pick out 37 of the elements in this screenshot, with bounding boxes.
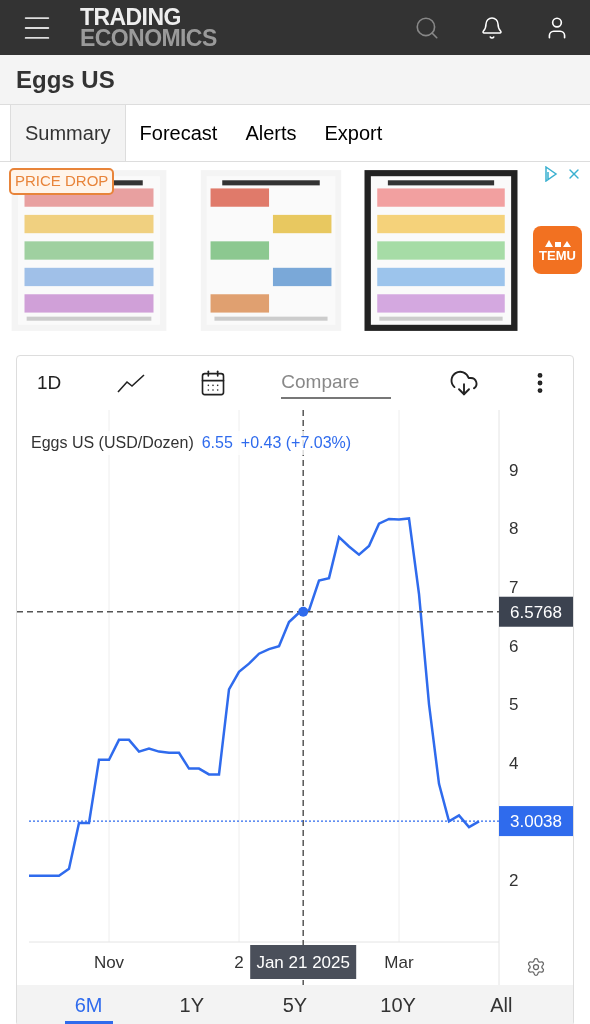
axis-label: 9 bbox=[509, 460, 519, 480]
range-tab[interactable]: 10Y bbox=[374, 985, 423, 1024]
axis-label: 4 bbox=[509, 753, 519, 773]
axis-label: 6 bbox=[509, 636, 519, 656]
bell-icon[interactable] bbox=[480, 15, 504, 40]
range-tab[interactable]: 1Y bbox=[167, 985, 216, 1024]
compare-field[interactable]: Compare bbox=[281, 367, 392, 399]
page-title: Eggs US bbox=[16, 64, 115, 95]
legend-name: Eggs US (USD/Dozen) bbox=[31, 433, 194, 453]
axis-label: 2 bbox=[234, 953, 244, 972]
settings-icon[interactable] bbox=[526, 957, 546, 977]
legend-value: 6.55 bbox=[201, 433, 233, 453]
range-tab[interactable]: 5Y bbox=[270, 985, 319, 1024]
last-value-label: 3.0038 bbox=[510, 812, 562, 832]
legend-change: +0.43 (+7.03%) bbox=[240, 433, 352, 453]
logo-text[interactable]: ECONOMICS bbox=[80, 27, 217, 49]
range-tab[interactable]: All bbox=[477, 985, 526, 1024]
tab[interactable]: Export bbox=[310, 105, 397, 161]
tab[interactable]: Summary bbox=[10, 105, 126, 161]
tab[interactable]: Forecast bbox=[125, 105, 232, 161]
axis-label: Nov bbox=[93, 953, 125, 972]
interval-button[interactable]: 1D bbox=[37, 368, 62, 398]
logo-text[interactable]: TRADING bbox=[80, 6, 217, 28]
line-chart-icon[interactable] bbox=[117, 373, 146, 393]
tab[interactable]: Alerts bbox=[231, 105, 311, 161]
axis-label: 5 bbox=[509, 695, 519, 715]
axis-label: 8 bbox=[509, 519, 519, 539]
crosshair-point bbox=[298, 606, 309, 617]
brand-name: TEMU bbox=[539, 247, 576, 263]
date-label: Jan 21 2025 bbox=[256, 953, 350, 972]
price-drop-badge: PRICE DROP bbox=[9, 168, 115, 195]
cloud-download-icon[interactable] bbox=[449, 368, 480, 398]
price-label: 6.5768 bbox=[510, 602, 562, 622]
axis-label: 7 bbox=[509, 577, 519, 597]
axis-label: Mar bbox=[384, 953, 414, 972]
range-tab[interactable]: 6M bbox=[64, 985, 113, 1024]
axis-label: 2 bbox=[509, 870, 519, 890]
